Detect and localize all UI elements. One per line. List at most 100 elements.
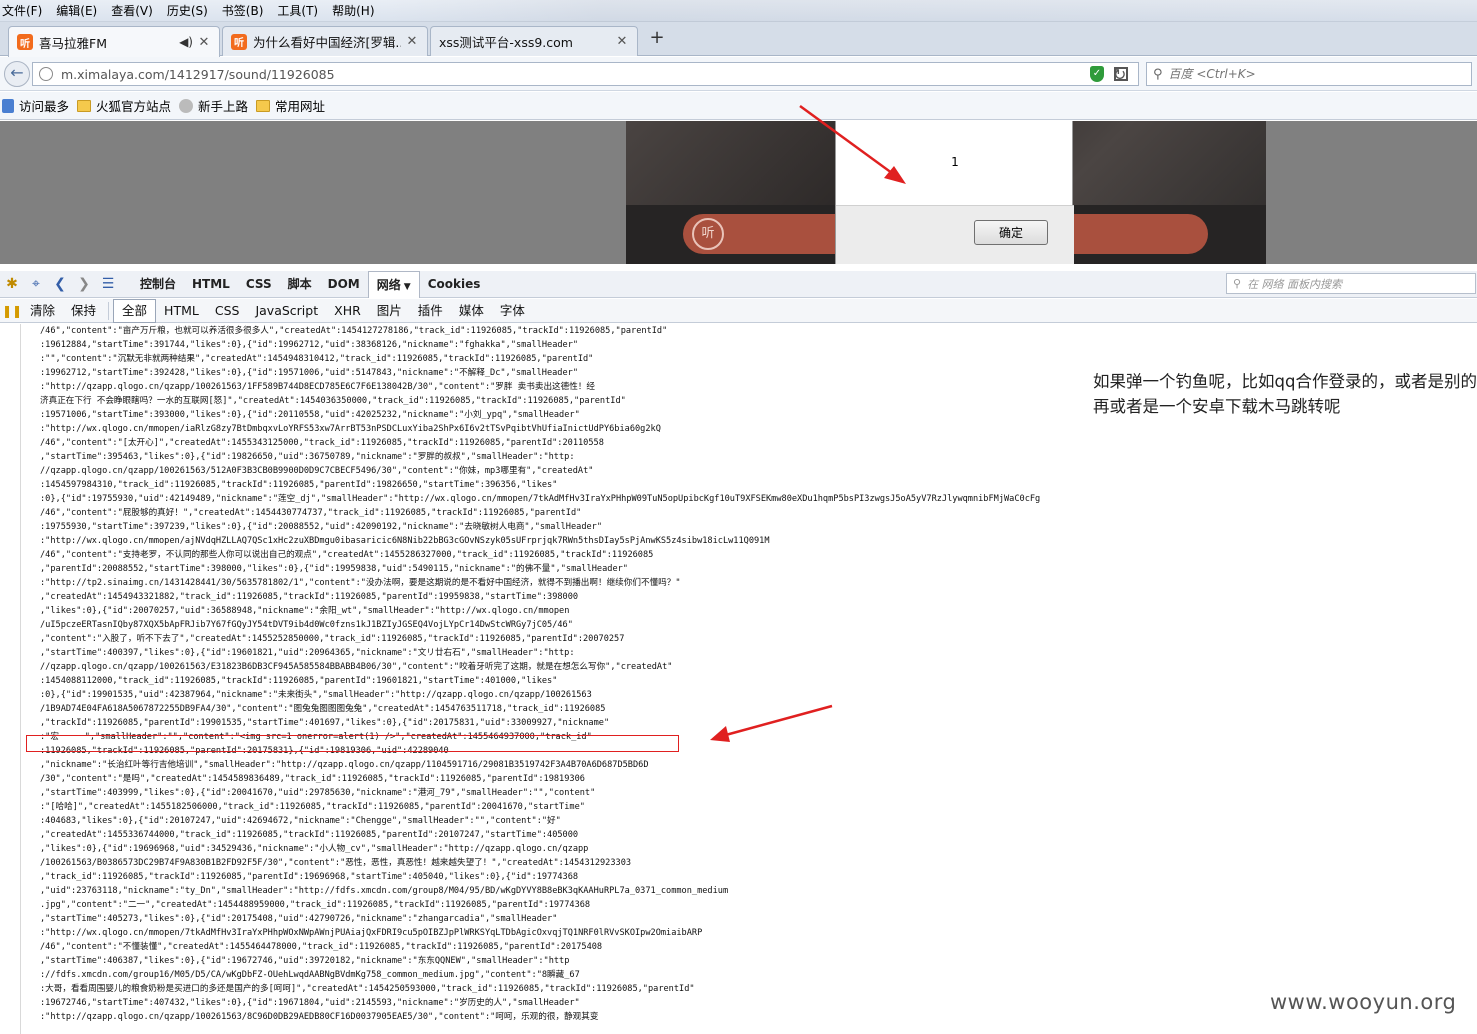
response-line: //qzapp.qlogo.cn/qzapp/100261563/512A0F3… [40,466,594,476]
address-bar[interactable]: m.ximalaya.com/1412917/sound/11926085 ✓ [32,62,1139,86]
tab-strip: 听 喜马拉雅FM ◀) ✕ 听 为什么看好中国经济[罗辑... ✕ xss测试平… [0,22,1477,57]
response-line: /46","content":"屁股够的真好！","createdAt":145… [40,508,582,518]
response-line: :19672746,"startTime":407432,"likes":0},… [40,998,580,1008]
search-bar[interactable]: ⚲ [1146,62,1472,86]
network-filter-button[interactable]: 字体 [492,300,533,322]
menu-item[interactable]: 帮助(H) [325,2,381,19]
reload-icon[interactable]: ↻ [1113,65,1126,84]
devtools-tab[interactable]: 控制台 [132,271,184,298]
devtools-tab[interactable]: DOM [320,271,368,298]
response-line: /uI5pczeERTasnIQby87XQX5bApFRJib7Y67fGQy… [40,620,573,630]
back-icon[interactable]: ❮ [48,276,72,292]
response-line: ,"createdAt":1454943321882,"track_id":11… [40,592,579,602]
devtools-tab[interactable]: CSS [238,271,280,298]
network-filter-button[interactable]: 媒体 [451,300,492,322]
bookmarks-bar: 访问最多 火狐官方站点 新手上路 常用网址 [0,92,1477,120]
bookmark-most-visited[interactable]: 访问最多 [2,96,69,115]
tab-label: 为什么看好中国经济[罗辑... [253,35,401,50]
watermark: www.wooyun.org [1270,990,1457,1014]
chevron-down-icon[interactable]: ▼ [404,282,411,292]
response-line: :1454597984310,"track_id":11926085,"trac… [40,480,558,490]
devtools-tab-label: 网络 [376,277,401,292]
listen-icon[interactable]: 听 [692,218,724,250]
devtools-tab[interactable]: HTML [184,271,238,298]
close-icon[interactable]: ✕ [405,34,419,49]
response-line: /46","content":"亩产万斤粮，也就可以养活很多很多人","crea… [40,326,668,336]
menu-item[interactable]: 查看(V) [104,2,160,19]
page-viewport: 听 1 确定 [0,121,1477,264]
network-filter-button[interactable]: 清除 [22,300,63,322]
devtools-tab[interactable]: Cookies [420,271,489,298]
ximalaya-favicon-icon: 听 [231,33,247,50]
response-line: :"[哈哈]","createdAt":1455182506000,"track… [40,802,585,812]
devtools-tab-label: HTML [192,276,230,291]
response-line: //qzapp.qlogo.cn/qzapp/100261563/E31823B… [40,662,673,672]
search-input[interactable] [1168,67,1449,81]
response-lines: /46","content":"亩产万斤粮，也就可以养活很多很多人","crea… [40,324,1120,1024]
network-filter-button[interactable]: CSS [207,300,248,322]
pause-icon[interactable]: ❚❚ [2,304,22,318]
response-line: /46","content":"不懂装懂","createdAt":145546… [40,942,603,952]
url-text[interactable]: m.ximalaya.com/1412917/sound/11926085 [61,67,1090,82]
menu-item[interactable]: 编辑(E) [49,2,104,19]
devtools-search[interactable]: ⚲ 在 网络 面板内搜索 [1226,273,1476,294]
speaker-icon[interactable]: ◀) [179,35,193,49]
gutter-line [20,324,21,1034]
network-filter-button[interactable]: JavaScript [247,300,326,322]
tab-label: 喜马拉雅FM [39,35,107,51]
tab-xss-platform[interactable]: xss测试平台-xss9.com ✕ [430,26,638,56]
close-icon[interactable]: ✕ [615,34,629,49]
response-line: :"http://qzapp.qlogo.cn/qzapp/100261563/… [40,382,596,392]
network-filter-button[interactable]: 图片 [369,300,410,322]
devtools-tab[interactable]: 网络 ▼ [367,270,420,298]
devtools-tab[interactable]: 脚本 [280,271,320,298]
response-line: :404683,"likes":0},{"id":20107247,"uid":… [40,816,561,826]
devtools-tabs: 控制台 HTML CSS 脚本 DOM 网络 ▼ Cookies [132,270,489,298]
forward-icon[interactable]: ❯ [72,276,96,292]
response-line: ,"startTime":405273,"likes":0},{"id":201… [40,914,558,924]
command-line-icon[interactable]: ☰ [96,276,120,292]
menu-item[interactable]: 文件(F) [0,2,49,19]
menu-item[interactable]: 书签(B) [215,2,271,19]
firebug-icon[interactable]: ✱ [0,276,24,292]
bookmark-common-sites[interactable]: 常用网址 [256,96,325,115]
response-line: ,"startTime":400397,"likes":0},{"id":196… [40,648,575,658]
folder-icon [77,99,92,112]
shield-icon[interactable]: ✓ [1090,66,1104,82]
response-line: ,"createdAt":1455336744000,"track_id":11… [40,830,579,840]
response-line: ,"nickname":"长治红叶等行吉他培训","smallHeader":"… [40,760,649,770]
new-tab-button[interactable]: + [646,27,668,51]
response-line: ,"likes":0},{"id":19696968,"uid":3452943… [40,844,589,854]
back-button[interactable]: ← [4,61,30,87]
menu-bar-background [381,0,1477,22]
menu-item[interactable]: 历史(S) [160,2,215,19]
response-body: /46","content":"亩产万斤粮，也就可以养活很多很多人","crea… [0,324,1477,1034]
response-line: :"http://wx.qlogo.cn/mmopen/7tkAdMfHv3Ir… [40,928,703,938]
network-filter-button[interactable]: 全部 [113,298,157,323]
network-filter-button[interactable]: 插件 [410,300,451,322]
devtools-tab-label: CSS [245,276,272,291]
menu-item[interactable]: 工具(T) [270,2,325,19]
bookmark-getting-started[interactable]: 新手上路 [179,96,248,115]
tab-ximalaya-fm[interactable]: 听 喜马拉雅FM ◀) ✕ [8,26,220,57]
ximalaya-favicon-icon: 听 [17,34,33,50]
response-line: :"http://qzapp.qlogo.cn/qzapp/100261563/… [40,1012,599,1022]
devtools-tab-label: 脚本 [287,276,312,291]
ok-button[interactable]: 确定 [974,220,1048,245]
bookmark-firefox-site[interactable]: 火狐官方站点 [77,96,171,115]
network-filter-button[interactable]: 保持 [63,300,104,322]
tab-luoji-episode[interactable]: 听 为什么看好中国经济[罗辑... ✕ [222,26,428,56]
close-icon[interactable]: ✕ [197,35,211,50]
bookmark-label: 新手上路 [198,99,249,114]
alert-dialog: 1 确定 [835,121,1074,264]
search-icon: ⚲ [1153,66,1163,82]
response-line: :大哥，看看周围婴儿的粮食奶粉是买进口的多还是国产的多[呵呵]","create… [40,984,695,994]
network-filter-button[interactable]: HTML [156,300,207,322]
response-line: ,"uid":23763118,"nickname":"ty_Dn","smal… [40,886,729,896]
bookmark-icon [2,98,14,113]
response-line: ,"startTime":406387,"likes":0},{"id":196… [40,956,570,966]
bookmark-label: 火狐官方站点 [96,99,172,114]
inspect-icon[interactable]: ⌖ [24,276,48,292]
navigation-bar: ← m.ximalaya.com/1412917/sound/11926085 … [0,57,1477,91]
network-filter-button[interactable]: XHR [326,300,369,322]
